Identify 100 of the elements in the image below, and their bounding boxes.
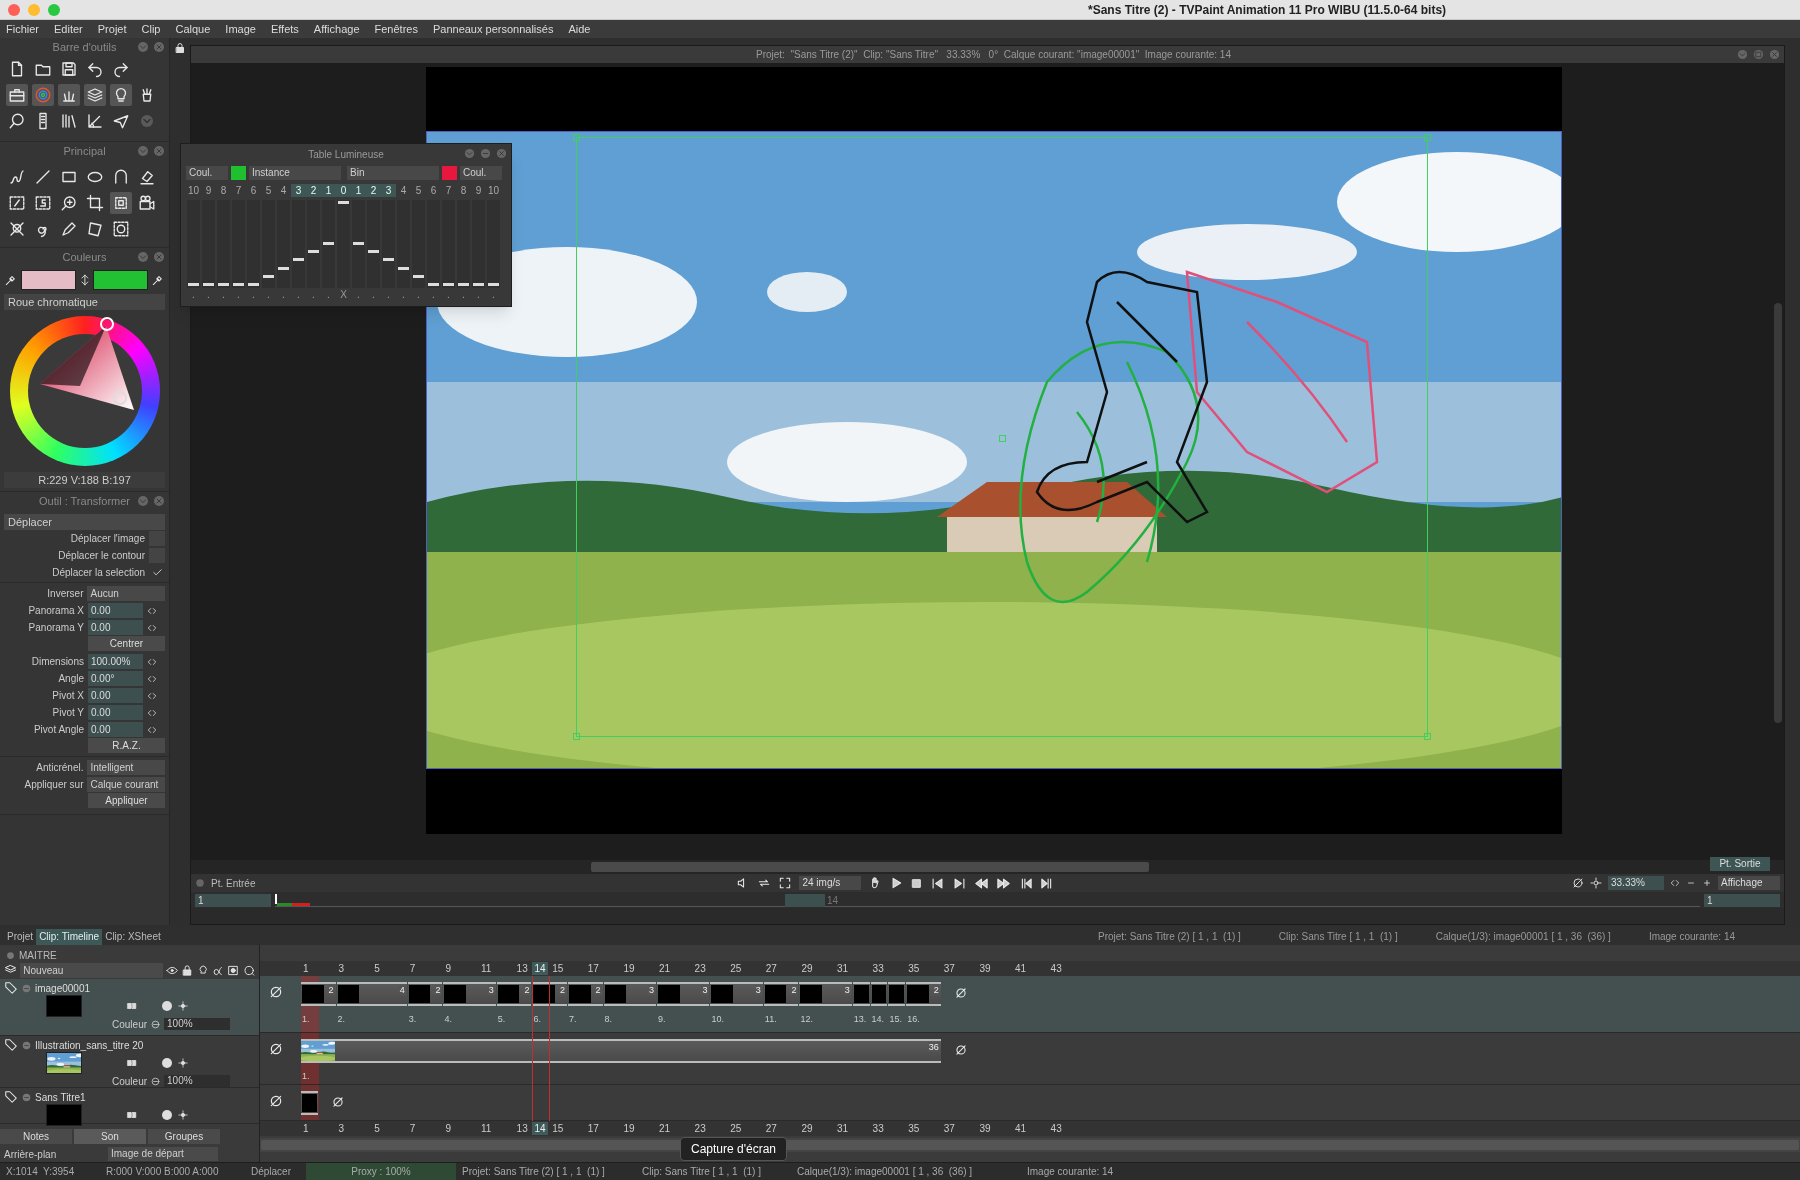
opacity-slider[interactable]: [337, 200, 350, 288]
light-icon[interactable]: [178, 1001, 188, 1011]
search-icon[interactable]: [8, 112, 26, 130]
instance-cell[interactable]: 2: [568, 982, 603, 1006]
opacity-slider[interactable]: [322, 200, 335, 288]
dropdown[interactable]: Déplacer: [4, 514, 165, 530]
adjust-arrows-icon[interactable]: [147, 622, 157, 633]
secondary-color-swatch[interactable]: [93, 270, 149, 290]
transform-icon[interactable]: [112, 194, 130, 212]
blend-mode[interactable]: Couleur: [112, 1016, 148, 1032]
tab[interactable]: Son: [74, 1129, 146, 1144]
slider-thumb[interactable]: [458, 283, 469, 286]
tab[interactable]: Groupes: [148, 1129, 220, 1144]
tag-icon[interactable]: [4, 1090, 18, 1104]
mode-dropdown[interactable]: Coul.: [460, 165, 502, 180]
channel-header[interactable]: 0: [336, 184, 351, 197]
slider-thumb[interactable]: [368, 250, 379, 254]
new-layer-dropdown[interactable]: Nouveau: [20, 962, 163, 978]
slider-thumb[interactable]: [413, 274, 424, 278]
save-icon[interactable]: [60, 60, 78, 78]
slider-thumb[interactable]: [398, 266, 409, 270]
in-frame-field[interactable]: 1: [195, 893, 271, 907]
mask-icon[interactable]: [227, 963, 240, 977]
scrollbar[interactable]: [1774, 303, 1782, 723]
opacity-slider[interactable]: [202, 200, 215, 288]
tab[interactable]: Projet: [4, 929, 37, 945]
no-link-icon[interactable]: [330, 1095, 345, 1109]
number-field[interactable]: 0.00: [88, 688, 143, 703]
primary-color-swatch[interactable]: [20, 270, 76, 290]
slider-thumb[interactable]: [338, 201, 349, 204]
instance-cell[interactable]: [852, 982, 870, 1006]
instance-cell[interactable]: 3: [603, 982, 656, 1006]
instance-cell[interactable]: [301, 1091, 318, 1115]
menu-item[interactable]: Calque: [175, 20, 211, 38]
collapse-icon[interactable]: [22, 1092, 31, 1102]
slider-thumb[interactable]: [188, 283, 199, 286]
toolbox-icon[interactable]: [8, 86, 26, 104]
menu-item[interactable]: Clip: [141, 20, 161, 38]
zoom-field[interactable]: 33.33%: [1608, 876, 1664, 890]
slider-thumb[interactable]: [218, 283, 229, 286]
color-swatch[interactable]: [442, 165, 457, 180]
adjust-arrows-icon[interactable]: [1670, 878, 1680, 888]
slider-thumb[interactable]: [203, 283, 214, 286]
slider-thumb[interactable]: [323, 242, 334, 245]
opacity-slider[interactable]: [187, 200, 200, 288]
fill-icon[interactable]: [138, 168, 156, 186]
adjust-arrows-icon[interactable]: [147, 707, 157, 718]
menu-item[interactable]: Image: [225, 20, 256, 38]
minus-icon[interactable]: [151, 1076, 161, 1086]
zoom-in-icon[interactable]: [1702, 878, 1712, 888]
dropdown[interactable]: Roue chromatique: [4, 294, 165, 310]
books-icon[interactable]: [60, 112, 78, 130]
opacity-slider[interactable]: [457, 200, 470, 288]
apply-button[interactable]: Appliquer: [88, 793, 165, 808]
search-icon[interactable]: [242, 963, 255, 977]
color-swatch[interactable]: [231, 165, 246, 180]
opacity-slider[interactable]: [412, 200, 425, 288]
slider-thumb[interactable]: [473, 283, 484, 286]
instance-cell[interactable]: [870, 982, 888, 1006]
instance-cell[interactable]: 3: [443, 982, 496, 1006]
fit-icon[interactable]: [1590, 877, 1602, 889]
minus-icon[interactable]: [151, 1019, 161, 1029]
instance-cell[interactable]: 2: [906, 982, 941, 1006]
lock-icon[interactable]: [181, 963, 194, 977]
layers-icon[interactable]: [86, 86, 104, 104]
menu-item[interactable]: Fenêtres: [374, 20, 418, 38]
freehand-icon[interactable]: [8, 168, 26, 186]
color-handle[interactable]: [112, 391, 127, 405]
dropdown[interactable]: Intelligent: [87, 760, 165, 775]
opacity-field[interactable]: 100%: [164, 1075, 231, 1087]
transform-handle[interactable]: [1423, 134, 1431, 141]
adjust-arrows-icon[interactable]: [147, 605, 157, 616]
skull-icon[interactable]: [8, 220, 26, 238]
instance-cell[interactable]: 2: [532, 982, 567, 1006]
tab[interactable]: Notes: [0, 1129, 72, 1144]
opacity-slider[interactable]: [367, 200, 380, 288]
slider-thumb[interactable]: [428, 283, 439, 286]
transform-handle[interactable]: [572, 134, 580, 141]
tab[interactable]: Clip: Timeline: [36, 929, 103, 945]
settings-icon[interactable]: [6, 950, 15, 960]
zoom-icon[interactable]: [60, 194, 78, 212]
number-field[interactable]: 0.00: [88, 620, 143, 635]
light-bulb-icon[interactable]: [196, 963, 209, 977]
number-field[interactable]: 0.00: [88, 722, 143, 737]
instance-cell[interactable]: 4: [336, 982, 407, 1006]
instance-cell[interactable]: 2: [301, 982, 336, 1006]
no-link-icon[interactable]: [953, 986, 968, 1000]
opacity-slider[interactable]: [247, 200, 260, 288]
opacity-field[interactable]: 100%: [164, 1018, 231, 1030]
menu-item[interactable]: Aide: [568, 20, 591, 38]
transform-handle[interactable]: [572, 733, 580, 740]
transform-handle[interactable]: [998, 435, 1006, 442]
menu-item[interactable]: Panneaux personnalisés: [432, 20, 554, 38]
channel-header[interactable]: 3: [291, 184, 306, 197]
loop-icon[interactable]: [757, 876, 772, 890]
opacity-slider[interactable]: [292, 200, 305, 288]
channel-header[interactable]: 2: [366, 184, 381, 197]
no-link-icon[interactable]: [268, 984, 284, 1000]
selection-icon[interactable]: [8, 194, 26, 212]
angle-icon[interactable]: [86, 112, 104, 130]
